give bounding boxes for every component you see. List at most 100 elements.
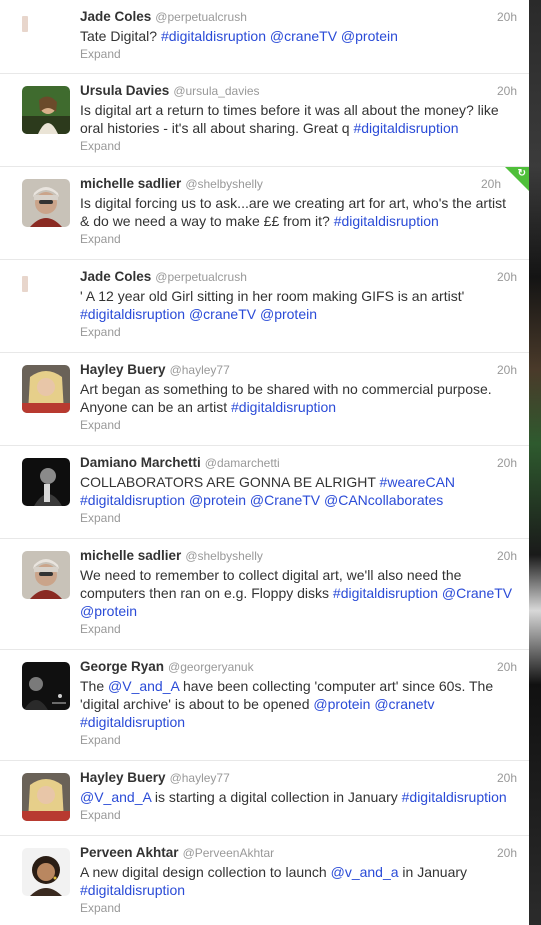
tweet-text-segment: Tate Digital? <box>80 28 161 44</box>
mention-link[interactable]: @CANcollaborates <box>324 492 443 508</box>
avatar[interactable] <box>22 662 70 710</box>
tweet-time[interactable]: 20h <box>497 82 517 100</box>
avatar[interactable] <box>22 276 28 292</box>
user-name[interactable]: Ursula Davies <box>80 83 169 98</box>
user-handle[interactable]: @georgeryanuk <box>168 660 254 674</box>
mention-link[interactable]: @V_and_A <box>80 789 151 805</box>
mention-link[interactable]: @protein <box>260 306 317 322</box>
expand-link[interactable]: Expand <box>80 732 515 748</box>
tweet-time[interactable]: 20h <box>497 8 517 26</box>
mention-link[interactable]: @protein <box>189 492 246 508</box>
hashtag-link[interactable]: #digitaldisruption <box>80 714 185 730</box>
hashtag-link[interactable]: #digitaldisruption <box>334 213 439 229</box>
tweet[interactable]: Jade Coles @perpetualcrush 20h Tate Digit… <box>0 0 529 74</box>
avatar[interactable] <box>22 551 70 599</box>
background-photo <box>529 0 541 925</box>
user-handle[interactable]: @perpetualcrush <box>155 10 247 24</box>
tweet-time[interactable]: 20h <box>497 658 517 676</box>
expand-link[interactable]: Expand <box>80 231 515 247</box>
user-name[interactable]: Damiano Marchetti <box>80 455 201 470</box>
tweet-text: Is digital forcing us to ask...are we cr… <box>80 194 515 230</box>
tweet[interactable]: Hayley Buery @hayley77 20h Art began as s… <box>0 353 529 446</box>
tweet[interactable]: Damiano Marchetti @damarchetti 20h COLLAB… <box>0 446 529 539</box>
hashtag-link[interactable]: #digitaldisruption <box>402 789 507 805</box>
tweet-text: We need to remember to collect digital a… <box>80 566 515 620</box>
user-handle[interactable]: @perpetualcrush <box>155 270 247 284</box>
user-name[interactable]: George Ryan <box>80 659 164 674</box>
expand-link[interactable]: Expand <box>80 138 515 154</box>
mention-link[interactable]: @cranetv <box>374 696 434 712</box>
expand-link[interactable]: Expand <box>80 46 515 62</box>
avatar[interactable] <box>22 179 70 227</box>
hashtag-link[interactable]: #digitaldisruption <box>161 28 266 44</box>
user-handle[interactable]: @hayley77 <box>170 363 230 377</box>
tweet-text: Art began as something to be shared with… <box>80 380 515 416</box>
mention-link[interactable]: @craneTV <box>270 28 337 44</box>
hashtag-link[interactable]: #digitaldisruption <box>231 399 336 415</box>
tweet-text-segment: in January <box>398 864 468 880</box>
user-name[interactable]: Hayley Buery <box>80 362 166 377</box>
tweet-text-segment: The <box>80 678 109 694</box>
tweet-text-segment: COLLABORATORS ARE GONNA BE ALRIGHT <box>80 474 380 490</box>
tweet[interactable]: Hayley Buery @hayley77 20h @V_and_A is st… <box>0 761 529 836</box>
mention-link[interactable]: @V_and_A <box>108 678 179 694</box>
expand-link[interactable]: Expand <box>80 324 515 340</box>
avatar[interactable] <box>22 458 70 506</box>
expand-link[interactable]: Expand <box>80 417 515 433</box>
hashtag-link[interactable]: #digitaldisruption <box>80 882 185 898</box>
tweet-time[interactable]: 20h <box>497 844 517 862</box>
mention-link[interactable]: @protein <box>313 696 370 712</box>
user-name[interactable]: Jade Coles <box>80 9 151 24</box>
avatar[interactable] <box>22 848 70 896</box>
avatar[interactable] <box>22 86 70 134</box>
tweet[interactable]: ↻ michelle sadlier @shelbyshelly 20h Is d… <box>0 167 529 260</box>
expand-link[interactable]: Expand <box>80 621 515 637</box>
user-handle[interactable]: @hayley77 <box>170 771 230 785</box>
tweet-time[interactable]: 20h <box>481 175 501 193</box>
mention-link[interactable]: @CraneTV <box>250 492 320 508</box>
user-handle[interactable]: @shelbyshelly <box>185 177 263 191</box>
tweet-time[interactable]: 20h <box>497 769 517 787</box>
user-name[interactable]: Hayley Buery <box>80 770 166 785</box>
mention-link[interactable]: @CraneTV <box>442 585 512 601</box>
avatar[interactable] <box>22 365 70 413</box>
corner-arrow-icon: ↻ <box>517 168 526 179</box>
mention-link[interactable]: @v_and_a <box>331 864 399 880</box>
tweet[interactable]: Jade Coles @perpetualcrush 20h ' A 12 yea… <box>0 260 529 353</box>
user-handle[interactable]: @shelbyshelly <box>185 549 263 563</box>
mention-link[interactable]: @craneTV <box>189 306 256 322</box>
tweet[interactable]: Ursula Davies @ursula_davies 20h Is digit… <box>0 74 529 167</box>
tweet-text: ' A 12 year old Girl sitting in her room… <box>80 287 515 323</box>
tweet-text: The @V_and_A have been collecting 'compu… <box>80 677 515 731</box>
user-handle[interactable]: @PerveenAkhtar <box>183 846 275 860</box>
user-name[interactable]: michelle sadlier <box>80 548 181 563</box>
hashtag-link[interactable]: #digitaldisruption <box>80 492 185 508</box>
expand-link[interactable]: Expand <box>80 900 515 916</box>
tweet-text: Tate Digital? #digitaldisruption @craneT… <box>80 27 515 45</box>
tweet[interactable]: Perveen Akhtar @PerveenAkhtar 20h A new d… <box>0 836 529 925</box>
tweet-time[interactable]: 20h <box>497 454 517 472</box>
hashtag-link[interactable]: #digitaldisruption <box>353 120 458 136</box>
mention-link[interactable]: @protein <box>341 28 398 44</box>
tweet-time[interactable]: 20h <box>497 268 517 286</box>
tweet-text: A new digital design collection to launc… <box>80 863 515 899</box>
tweet-text-segment: A new digital design collection to launc… <box>80 864 331 880</box>
avatar[interactable] <box>22 773 70 821</box>
tweet[interactable]: michelle sadlier @shelbyshelly 20h We nee… <box>0 539 529 650</box>
expand-link[interactable]: Expand <box>80 807 515 823</box>
hashtag-link[interactable]: #digitaldisruption <box>333 585 438 601</box>
user-name[interactable]: michelle sadlier <box>80 176 181 191</box>
tweet-text: Is digital art a return to times before … <box>80 101 515 137</box>
tweet[interactable]: George Ryan @georgeryanuk 20h The @V_and_… <box>0 650 529 761</box>
user-name[interactable]: Perveen Akhtar <box>80 845 179 860</box>
tweet-time[interactable]: 20h <box>497 361 517 379</box>
user-handle[interactable]: @ursula_davies <box>173 84 259 98</box>
hashtag-link[interactable]: #weareCAN <box>380 474 455 490</box>
avatar[interactable] <box>22 16 28 32</box>
user-name[interactable]: Jade Coles <box>80 269 151 284</box>
tweet-time[interactable]: 20h <box>497 547 517 565</box>
mention-link[interactable]: @protein <box>80 603 137 619</box>
expand-link[interactable]: Expand <box>80 510 515 526</box>
hashtag-link[interactable]: #digitaldisruption <box>80 306 185 322</box>
user-handle[interactable]: @damarchetti <box>205 456 280 470</box>
